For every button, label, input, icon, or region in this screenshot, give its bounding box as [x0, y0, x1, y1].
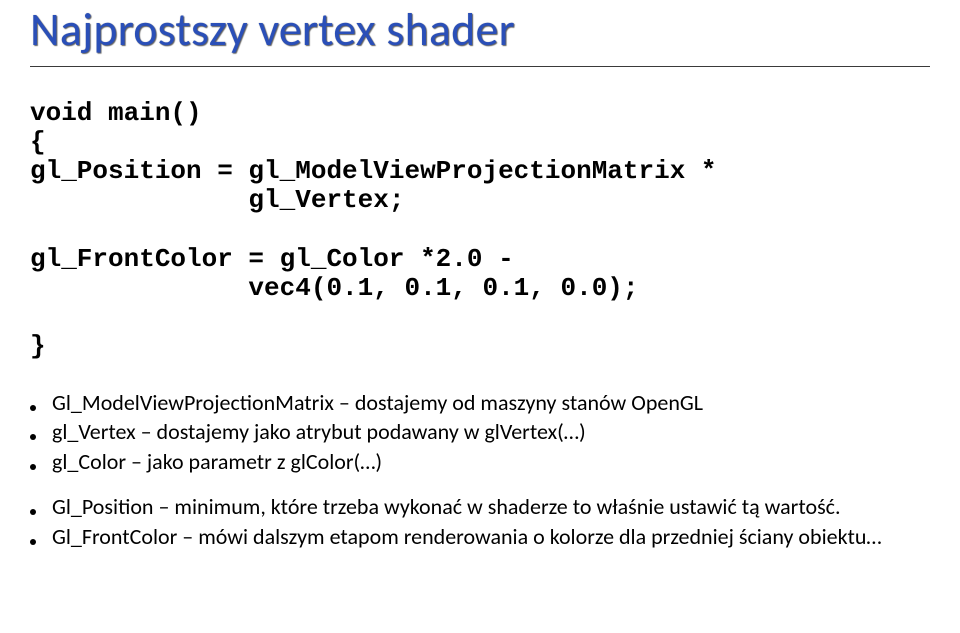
title-area: Najprostszy vertex shader [30, 0, 930, 67]
bullet-icon [30, 464, 36, 470]
note-item: Gl_Position – minimum, które trzeba wyko… [30, 493, 930, 521]
note-text: Gl_Position – minimum, które trzeba wyko… [52, 493, 841, 521]
slide: Najprostszy vertex shader void main() { … [0, 0, 960, 633]
note-text: Gl_FrontColor – mówi dalszym etapom rend… [52, 523, 882, 551]
notes-group-2: Gl_Position – minimum, które trzeba wyko… [30, 493, 930, 550]
bullet-icon [30, 539, 36, 545]
bullet-icon [30, 405, 36, 411]
note-item: Gl_FrontColor – mówi dalszym etapom rend… [30, 523, 930, 551]
bullet-icon [30, 434, 36, 440]
note-item: gl_Vertex – dostajemy jako atrybut podaw… [30, 418, 930, 446]
notes-group-1: Gl_ModelViewProjectionMatrix – dostajemy… [30, 389, 930, 476]
note-item: gl_Color – jako parametr z glColor(…) [30, 448, 930, 476]
code-block: void main() { gl_Position = gl_ModelView… [30, 99, 930, 361]
note-text: gl_Color – jako parametr z glColor(…) [52, 448, 382, 476]
note-text: Gl_ModelViewProjectionMatrix – dostajemy… [52, 389, 703, 417]
note-text: gl_Vertex – dostajemy jako atrybut podaw… [52, 418, 586, 446]
slide-body: void main() { gl_Position = gl_ModelView… [30, 67, 930, 550]
note-item: Gl_ModelViewProjectionMatrix – dostajemy… [30, 389, 930, 417]
slide-title: Najprostszy vertex shader [30, 2, 930, 64]
bullet-icon [30, 509, 36, 515]
